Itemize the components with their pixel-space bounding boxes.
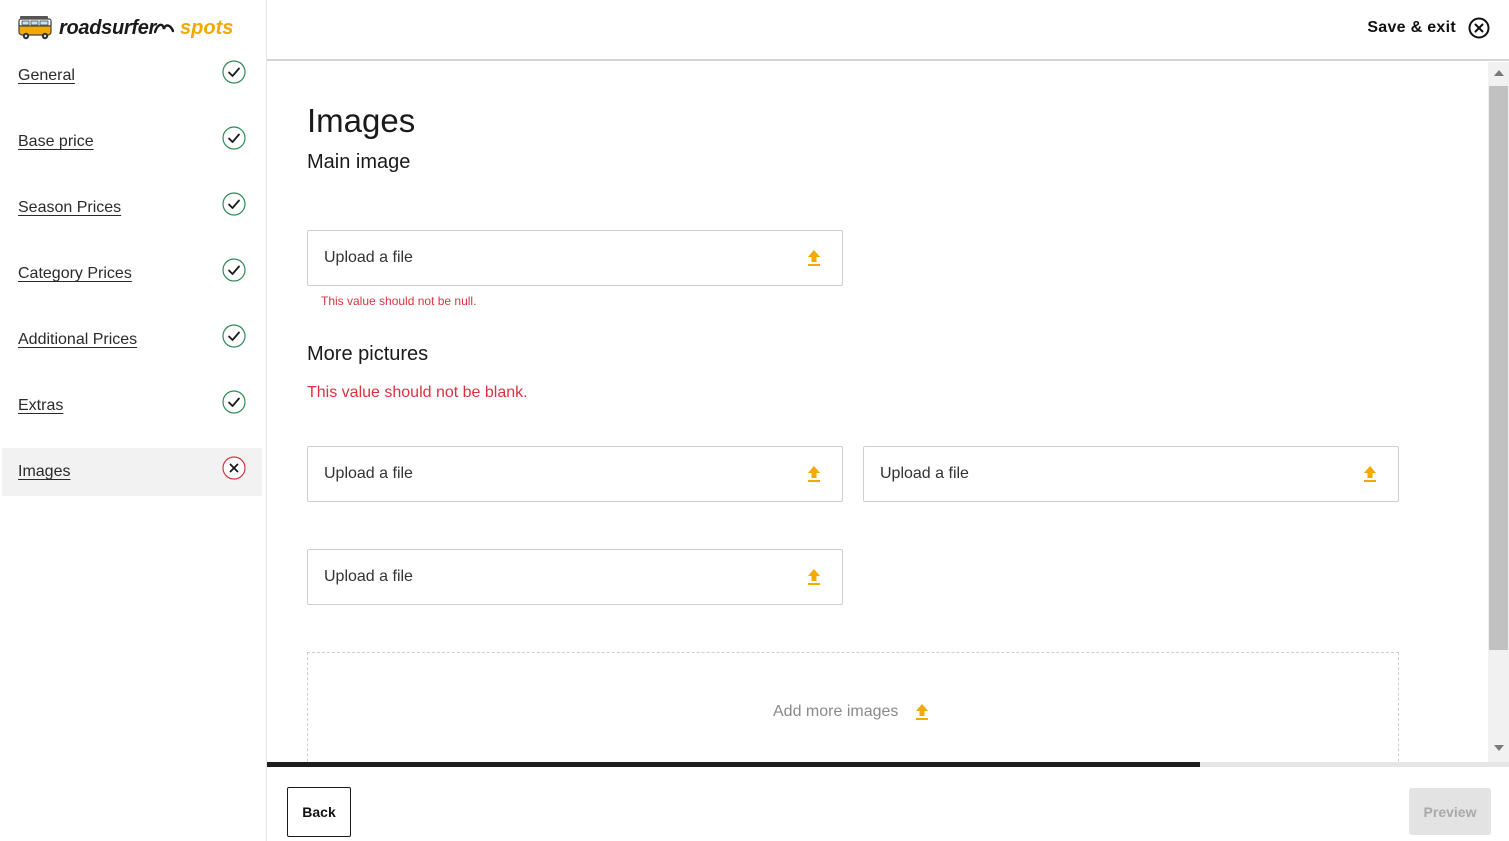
circle-x-icon: [1468, 17, 1490, 39]
sidebar-item-label: Season Prices: [18, 199, 122, 216]
more-pictures-error: This value should not be blank.: [307, 384, 528, 401]
more-pictures-heading: More pictures: [307, 343, 429, 365]
main-image-upload[interactable]: Upload a file: [307, 230, 843, 286]
upload-label: Upload a file: [324, 568, 413, 585]
upload-arrow-icon: [916, 704, 928, 720]
brand-product: spots: [180, 16, 234, 39]
check-circle-icon: [222, 192, 246, 216]
save-exit-label: Save & exit: [1367, 19, 1456, 36]
scrollbar-thumb[interactable]: [1489, 86, 1508, 650]
upload-label: Upload a file: [324, 249, 413, 266]
sidebar-item-label: General: [18, 67, 75, 84]
page-title: Images: [307, 102, 416, 139]
x-circle-icon: [222, 456, 246, 480]
sidebar-item-label: Additional Prices: [18, 331, 138, 348]
picture-upload-2[interactable]: Upload a file: [863, 446, 1399, 502]
scroll-up-arrow-icon[interactable]: [1494, 70, 1504, 76]
upload-label: Upload a file: [880, 465, 969, 482]
upload-arrow-icon: [1364, 466, 1376, 482]
check-circle-icon: [222, 126, 246, 150]
sidebar-item-additional-prices[interactable]: Additional Prices: [2, 316, 262, 364]
main-image-error: This value should not be null.: [321, 294, 477, 308]
check-circle-icon: [222, 258, 246, 282]
sidebar-item-label: Images: [18, 463, 71, 480]
sidebar: roadsurfer spots General Base price Seas…: [0, 0, 267, 841]
sidebar-item-extras[interactable]: Extras: [2, 382, 262, 430]
add-more-images-dropzone[interactable]: Add more images: [307, 652, 1399, 762]
sidebar-item-base-price[interactable]: Base price: [2, 118, 262, 166]
picture-upload-1[interactable]: Upload a file: [307, 446, 843, 502]
sidebar-item-season-prices[interactable]: Season Prices: [2, 184, 262, 232]
save-exit-button[interactable]: Save & exit: [1367, 17, 1490, 39]
vertical-scrollbar[interactable]: [1488, 62, 1509, 762]
wave-icon: [154, 23, 175, 34]
sidebar-item-category-prices[interactable]: Category Prices: [2, 250, 262, 298]
brand-name: roadsurfer: [59, 16, 157, 39]
sidebar-nav: General Base price Season Prices Categor…: [2, 52, 262, 514]
sidebar-item-label: Extras: [18, 397, 64, 414]
sidebar-item-general[interactable]: General: [2, 52, 262, 100]
upload-label: Upload a file: [324, 465, 413, 482]
sidebar-item-label: Base price: [18, 133, 94, 150]
main-image-heading: Main image: [307, 151, 411, 173]
sidebar-item-label: Category Prices: [18, 265, 132, 282]
preview-button[interactable]: Preview: [1409, 788, 1491, 835]
add-more-images-label: Add more images: [773, 703, 899, 720]
van-logo-icon: [18, 16, 52, 40]
back-button[interactable]: Back: [287, 787, 351, 837]
upload-arrow-icon: [808, 569, 820, 585]
check-circle-icon: [222, 390, 246, 414]
check-circle-icon: [222, 324, 246, 348]
check-circle-icon: [222, 60, 246, 84]
footer: Back Preview: [267, 767, 1509, 841]
upload-arrow-icon: [808, 466, 820, 482]
top-bar: Save & exit: [267, 0, 1509, 61]
roadsurfer-logo[interactable]: roadsurfer spots: [17, 13, 233, 43]
scroll-down-arrow-icon[interactable]: [1494, 745, 1504, 751]
main-content: Images Main image Upload a file This val…: [267, 62, 1488, 762]
picture-upload-3[interactable]: Upload a file: [307, 549, 843, 605]
upload-arrow-icon: [808, 250, 820, 266]
sidebar-item-images[interactable]: Images: [2, 448, 262, 496]
